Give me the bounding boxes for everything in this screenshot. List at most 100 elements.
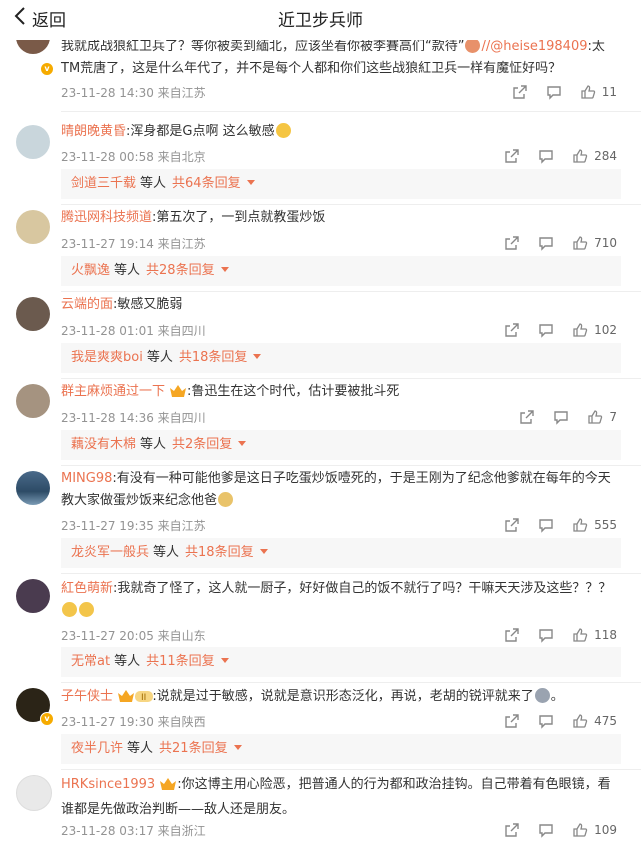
username-link[interactable]: 紅色萌新 [61, 581, 113, 596]
reply-user[interactable]: 龙炎军一般兵 [71, 545, 149, 560]
avatar[interactable] [16, 384, 50, 418]
reply-count-link[interactable]: 共21条回复 [159, 741, 228, 756]
divider [61, 378, 641, 379]
reply-summary[interactable]: 龙炎军一般兵 等人 共18条回复 [61, 538, 621, 568]
reply-user[interactable]: 剑道三千载 [71, 176, 136, 191]
comment-text: :我就奇了怪了，这人就一厨子，好好做自己的饭不就行了吗？干嘛天天涉及这些？？？ [113, 581, 612, 596]
reply-summary[interactable]: 剑道三千载 等人 共64条回复 [61, 169, 621, 199]
like-button[interactable]: 475 [572, 713, 617, 729]
comment-text: 谁都是先做政治判断——敌人还是朋友。 [61, 802, 296, 817]
username-link[interactable]: 群主麻烦通过一下 [61, 384, 165, 399]
comment-text: 教大家做蛋炒饭来纪念他爸 [61, 493, 218, 508]
share-button[interactable] [504, 235, 520, 251]
reply-summary[interactable]: 我是爽爽boi 等人 共18条回复 [61, 343, 621, 373]
reply-count-link[interactable]: 共2条回复 [172, 437, 232, 452]
comment-text: :说就是过于敏感，说就是意识形态泛化，再说，老胡的锐评就来了 [152, 689, 534, 704]
emoji-icon [218, 492, 234, 507]
share-button[interactable] [504, 822, 520, 838]
share-button[interactable] [504, 517, 520, 533]
comment-meta: 23-11-28 14:36 来自四川 [61, 411, 206, 425]
username-link[interactable]: MING98 [61, 471, 112, 486]
comment-icon [539, 824, 553, 838]
like-button[interactable]: 11 [580, 84, 617, 100]
reply-user[interactable]: 无常at [71, 654, 110, 669]
like-button[interactable]: 555 [572, 517, 617, 533]
avatar[interactable] [16, 579, 50, 613]
reply-summary[interactable]: 火飘逸 等人 共28条回复 [61, 256, 621, 286]
share-button[interactable] [504, 148, 520, 164]
like-button[interactable]: 102 [572, 322, 617, 338]
comment-icon [539, 715, 553, 729]
reply-count-link[interactable]: 共64条回复 [172, 176, 241, 191]
reply-user[interactable]: 夜半几许 [71, 741, 123, 756]
username-link[interactable]: 晴朗晚黄昏 [61, 124, 126, 139]
comment-icon [539, 629, 553, 643]
username-link[interactable]: 腾迅网科技频道 [61, 210, 152, 225]
like-button[interactable]: 7 [587, 409, 617, 425]
like-button[interactable]: 710 [572, 235, 617, 251]
emoji-icon [534, 688, 550, 703]
reply-count-link[interactable]: 共18条回复 [185, 545, 254, 560]
divider [61, 204, 641, 205]
avatar[interactable] [16, 775, 52, 811]
like-count: 475 [594, 714, 617, 728]
share-icon [505, 323, 519, 337]
share-icon [505, 149, 519, 163]
thumbs-up-icon [573, 628, 588, 642]
reply-user[interactable]: 火飘逸 [71, 263, 110, 278]
reply-user[interactable]: 藕没有木棉 [71, 437, 136, 452]
reply-button[interactable] [538, 517, 554, 533]
reply-button[interactable] [538, 235, 554, 251]
share-button[interactable] [519, 409, 535, 425]
avatar[interactable] [16, 471, 50, 505]
reply-button[interactable] [538, 713, 554, 729]
comment-icon [539, 150, 553, 164]
username-link[interactable]: 子午侠士 [61, 689, 113, 704]
reply-summary[interactable]: 无常at 等人 共11条回复 [61, 647, 621, 677]
share-button[interactable] [504, 322, 520, 338]
avatar[interactable] [16, 125, 50, 159]
thumbs-up-icon [581, 85, 595, 99]
comment-meta: 23-11-28 00:58 来自北京 [61, 150, 206, 164]
reply-button[interactable] [538, 822, 554, 838]
reply-button[interactable] [546, 84, 562, 100]
caret-down-icon [220, 267, 229, 272]
reply-count-link[interactable]: 共28条回复 [146, 263, 215, 278]
comment-text: :第五次了，一到点就教蛋炒饭 [152, 210, 326, 225]
reply-summary[interactable]: 藕没有木棉 等人 共2条回复 [61, 430, 621, 460]
reply-count-link[interactable]: 共18条回复 [179, 350, 248, 365]
comment-icon [539, 519, 553, 533]
avatar[interactable] [16, 297, 50, 331]
reply-button[interactable] [553, 409, 569, 425]
comment-meta: 23-11-27 19:14 来自江苏 [61, 237, 206, 251]
caret-down-icon [238, 441, 247, 446]
thumbs-up-icon [573, 323, 588, 337]
like-button[interactable]: 284 [572, 148, 617, 164]
thumbs-up-icon [573, 714, 588, 728]
username-link[interactable]: HRKsince1993 [61, 777, 155, 792]
comment-icon [554, 411, 569, 425]
like-count: 11 [601, 85, 617, 99]
comment-text: TM荒唐了，这是什么年代了，并不是每个人都和你们这些战狼紅卫兵一样有魔怔好吗？ [61, 61, 562, 76]
share-button[interactable] [512, 84, 528, 100]
reply-count-link[interactable]: 共11条回复 [146, 654, 215, 669]
like-button[interactable]: 118 [572, 627, 617, 643]
avatar[interactable] [16, 210, 50, 244]
mention-link[interactable]: //@heise198409 [481, 39, 587, 54]
share-icon [505, 823, 519, 837]
reply-summary[interactable]: 夜半几许 等人 共21条回复 [61, 734, 621, 764]
thumbs-up-icon [573, 236, 588, 250]
divider [61, 111, 641, 112]
reply-button[interactable] [538, 148, 554, 164]
caret-down-icon [233, 745, 242, 750]
share-icon [505, 714, 519, 728]
username-link[interactable]: 云端的面 [61, 297, 113, 312]
comment-text: 我就成战狼紅卫兵了？等你被卖到緬北，应该坐看你被李賽高们“款待” [61, 39, 465, 54]
share-button[interactable] [504, 627, 520, 643]
share-button[interactable] [504, 713, 520, 729]
reply-user[interactable]: 我是爽爽boi [71, 350, 143, 365]
share-icon [513, 85, 527, 99]
reply-button[interactable] [538, 627, 554, 643]
reply-button[interactable] [538, 322, 554, 338]
like-button[interactable]: 109 [572, 822, 617, 838]
